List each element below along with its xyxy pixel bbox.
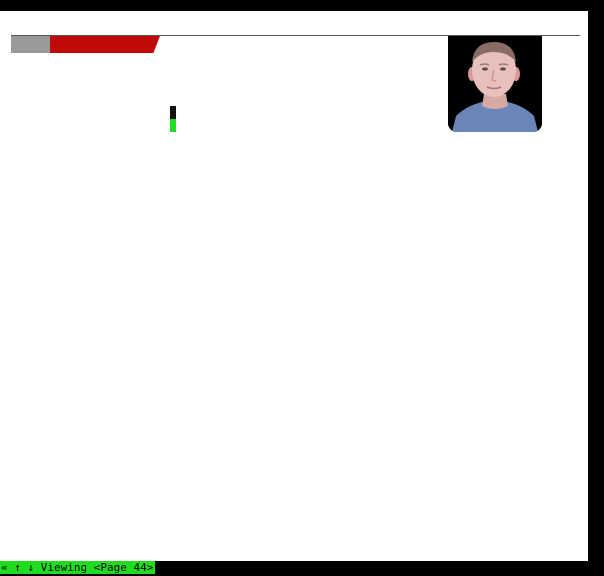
avatar (448, 36, 542, 132)
header-tab-red[interactable] (50, 36, 160, 53)
text-cursor (170, 106, 176, 132)
page-viewport[interactable] (0, 11, 588, 561)
status-bar: « ↑ ↓ Viewing <Page 44> (0, 561, 156, 574)
cursor-dark-segment (170, 106, 176, 119)
browser-screen: « ↑ ↓ Viewing <Page 44> (0, 0, 604, 576)
cursor-green-segment (170, 119, 176, 132)
avatar-portrait-image (448, 36, 542, 132)
header-tab-gray[interactable] (11, 36, 50, 53)
